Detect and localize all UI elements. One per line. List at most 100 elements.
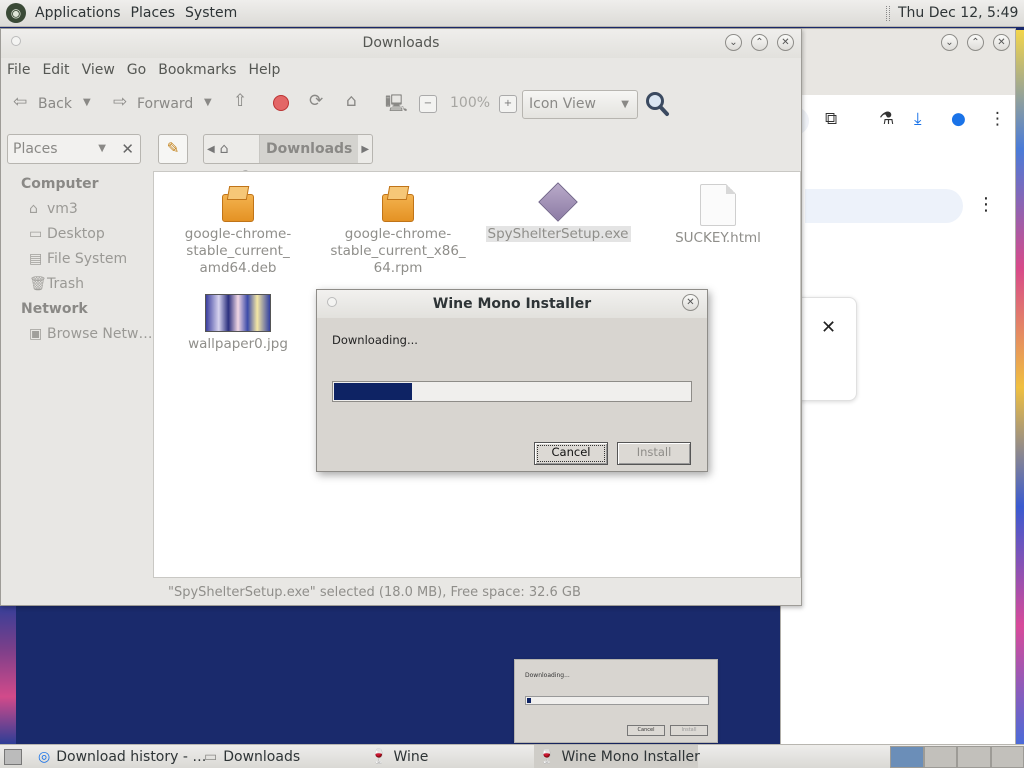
workspace-4[interactable] bbox=[990, 746, 1024, 768]
menubar: File Edit View Go Bookmarks Help bbox=[1, 58, 801, 82]
show-desktop-icon[interactable] bbox=[4, 749, 22, 765]
task-downloads[interactable]: ▭ Downloads bbox=[204, 745, 364, 768]
image-thumbnail bbox=[205, 294, 271, 332]
menu-view[interactable]: View bbox=[76, 62, 121, 78]
file-item-suckey-html[interactable]: SUCKEY.html bbox=[638, 184, 798, 247]
menu-bookmarks[interactable]: Bookmarks bbox=[152, 62, 242, 78]
sidebar-item-trash[interactable]: 🗑Trash bbox=[29, 276, 84, 292]
minimize-icon[interactable]: ⌄ bbox=[725, 34, 742, 51]
profile-icon[interactable]: ● bbox=[951, 109, 966, 129]
file-item-wallpaper-jpg[interactable]: wallpaper0.jpg bbox=[158, 294, 318, 353]
menu-edit[interactable]: Edit bbox=[36, 62, 75, 78]
computer-icon[interactable]: 🖳 bbox=[385, 91, 408, 120]
file-item-chrome-deb[interactable]: google-chrome- stable_current_ amd64.deb bbox=[158, 184, 318, 277]
breadcrumb-left-icon[interactable]: ◀ bbox=[204, 144, 218, 155]
places-menu[interactable]: Places bbox=[126, 5, 181, 21]
home-folder-icon: ⌂ bbox=[219, 141, 229, 157]
sidebar-item-label: File System bbox=[47, 251, 128, 267]
menu-file[interactable]: File bbox=[1, 62, 36, 78]
stop-icon[interactable] bbox=[273, 95, 289, 111]
sidebar-type-select[interactable]: Places ▼ ✕ bbox=[7, 134, 141, 164]
workspace-3[interactable] bbox=[957, 746, 991, 768]
sidebar-item-browse-network[interactable]: ▣ Browse Netw… bbox=[29, 326, 152, 342]
home-icon[interactable]: ⌂ bbox=[346, 91, 357, 111]
zoom-out-icon[interactable]: − bbox=[419, 95, 437, 113]
window-preview-thumbnail[interactable]: Downloading... Cancel Install bbox=[514, 659, 718, 743]
browser-titlebar[interactable]: ⌄ ⌃ ✕ bbox=[781, 29, 1015, 95]
close-icon[interactable]: ✕ bbox=[993, 34, 1010, 51]
browser-window[interactable]: ⌄ ⌃ ✕ ⧉ ⚗ ⤓ ● ⋮ ⋮ ✕ bbox=[780, 28, 1016, 746]
task-download-history[interactable]: ◎ Download history - … bbox=[38, 745, 206, 768]
menu-help[interactable]: Help bbox=[242, 62, 286, 78]
menu-go[interactable]: Go bbox=[121, 62, 152, 78]
download-icon[interactable]: ⤓ bbox=[914, 109, 922, 129]
zoom-in-icon[interactable]: + bbox=[499, 95, 517, 113]
extensions-icon[interactable]: ⧉ bbox=[825, 109, 837, 129]
sidebar-item-label: Browse Netw… bbox=[47, 326, 153, 342]
file-label: google-chrome- bbox=[184, 226, 292, 242]
applications-menu[interactable]: Applications bbox=[30, 5, 126, 21]
panel-handle bbox=[886, 6, 890, 21]
minimize-icon[interactable]: ⌄ bbox=[941, 34, 958, 51]
breadcrumb-item-vm3[interactable]: ⌂ vm3 bbox=[218, 135, 261, 185]
folder-icon: ▭ bbox=[204, 749, 218, 765]
sidebar-item-file-system[interactable]: ▤ File System bbox=[29, 251, 127, 267]
sidebar-item-desktop[interactable]: ▭ Desktop bbox=[29, 226, 105, 242]
preview-progress-bar bbox=[525, 696, 709, 705]
distro-logo-icon[interactable]: ◉ bbox=[6, 3, 26, 23]
menu-kebab-icon[interactable]: ⋮ bbox=[989, 109, 1006, 129]
clock[interactable]: Thu Dec 12, 5:49 PM bbox=[898, 0, 1024, 48]
preview-status-text: Downloading... bbox=[525, 672, 570, 679]
maximize-icon[interactable]: ⌃ bbox=[967, 34, 984, 51]
chrome-icon: ◎ bbox=[38, 749, 51, 765]
downloads-search-box[interactable] bbox=[805, 189, 963, 223]
close-sidebar-icon[interactable]: ✕ bbox=[121, 135, 134, 163]
task-wine[interactable]: 🍷 Wine bbox=[370, 745, 530, 768]
package-icon bbox=[380, 184, 416, 222]
forward-button[interactable]: Forward bbox=[137, 96, 193, 112]
close-icon[interactable]: ✕ bbox=[777, 34, 794, 51]
reload-icon[interactable]: ⟳ bbox=[309, 91, 323, 111]
maximize-icon[interactable]: ⌃ bbox=[751, 34, 768, 51]
install-button[interactable]: Install bbox=[617, 442, 691, 465]
workspace-1[interactable] bbox=[890, 746, 924, 768]
breadcrumb-item-downloads[interactable]: Downloads bbox=[260, 135, 359, 163]
system-menu[interactable]: System bbox=[180, 5, 242, 21]
top-panel: ◉ Applications Places System bbox=[0, 0, 1024, 27]
sidebar-item-label: vm3 bbox=[47, 201, 78, 217]
task-wine-mono-installer[interactable]: 🍷 Wine Mono Installer bbox=[534, 745, 700, 768]
file-label: stable_current_ bbox=[186, 243, 290, 259]
sidebar-heading-computer: Computer bbox=[21, 176, 99, 192]
location-bar: Places ▼ ✕ ✎ ◀ ⌂ vm3 Downloads ▶ bbox=[1, 130, 801, 185]
edit-location-icon[interactable]: ✎ bbox=[158, 134, 188, 164]
workspace-2[interactable] bbox=[923, 746, 957, 768]
more-actions-icon[interactable]: ⋮ bbox=[977, 194, 995, 215]
back-arrow-icon: ⇦ bbox=[13, 92, 28, 112]
file-item-spyshelter-exe[interactable]: SpyShelterSetup.exe bbox=[478, 182, 638, 243]
dialog-titlebar[interactable]: Wine Mono Installer ✕ bbox=[317, 290, 707, 318]
view-mode-select[interactable]: Icon View ▼ bbox=[522, 90, 638, 119]
up-arrow-icon[interactable]: ⇧ bbox=[233, 91, 247, 111]
executable-icon bbox=[538, 182, 578, 222]
file-label: amd64.deb bbox=[199, 260, 277, 276]
workspace-switcher[interactable] bbox=[890, 746, 1024, 768]
back-history-chevron-icon[interactable]: ▼ bbox=[83, 97, 91, 108]
toolbar: ⇦ Back ▼ ⇨ Forward ▼ ⇧ ⟳ ⌂ 🖳 − 100% + Ic… bbox=[1, 82, 801, 128]
file-item-chrome-rpm[interactable]: google-chrome- stable_current_x86_ 64.rp… bbox=[318, 184, 478, 277]
back-button[interactable]: Back bbox=[38, 96, 72, 112]
search-icon[interactable] bbox=[645, 90, 671, 118]
preview-progress-fill bbox=[527, 698, 531, 703]
close-icon[interactable]: ✕ bbox=[821, 317, 836, 338]
close-icon[interactable]: ✕ bbox=[682, 294, 699, 311]
sidebar-item-label: Trash bbox=[47, 276, 84, 292]
forward-history-chevron-icon[interactable]: ▼ bbox=[204, 97, 212, 108]
labs-flask-icon[interactable]: ⚗ bbox=[879, 109, 894, 129]
wine-mono-installer-dialog[interactable]: Wine Mono Installer ✕ Downloading... Can… bbox=[316, 289, 708, 472]
window-titlebar[interactable]: Downloads ⌄ ⌃ ✕ bbox=[1, 29, 801, 58]
folder-icon: ▭ bbox=[29, 226, 43, 242]
desktop-wallpaper-left bbox=[0, 600, 16, 745]
breadcrumb-right-icon[interactable]: ▶ bbox=[358, 144, 372, 155]
cancel-button[interactable]: Cancel bbox=[534, 442, 608, 465]
zoom-level[interactable]: 100% bbox=[450, 95, 490, 111]
sidebar-item-vm3[interactable]: ⌂ vm3 bbox=[29, 201, 78, 217]
